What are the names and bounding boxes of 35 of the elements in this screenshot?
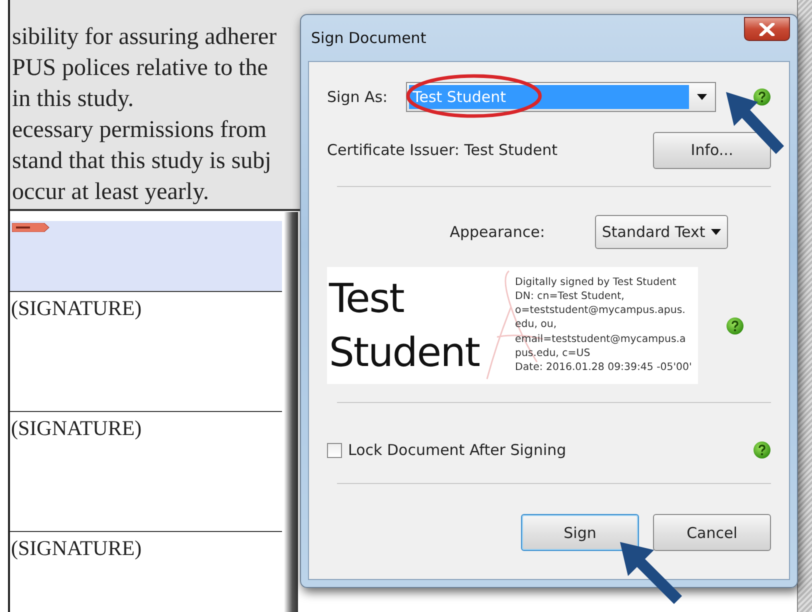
document-text: stand that this study is subj <box>12 148 272 174</box>
sign-here-tag-icon <box>12 223 50 232</box>
appearance-dropdown[interactable]: Standard Text <box>594 215 728 249</box>
signature-details-text: DN: cn=Test Student, <box>515 290 626 304</box>
help-icon[interactable] <box>753 441 771 459</box>
caret-icon <box>696 94 707 100</box>
document-text: occur at least yearly. <box>12 179 210 205</box>
document-text: sibility for assuring adherer <box>12 24 277 50</box>
lock-checkbox[interactable] <box>327 442 342 458</box>
caret-icon <box>711 229 722 235</box>
signature-label: (SIGNATURE) <box>10 296 142 321</box>
signature-details-text: Digitally signed by Test Student <box>515 276 678 290</box>
certificate-issuer-text: Certificate Issuer: Test Student <box>327 141 558 159</box>
info-button[interactable]: Info... <box>653 132 771 168</box>
document-text: PUS polices relative to the <box>12 55 268 81</box>
signature-details-text: edu, ou, <box>515 318 558 332</box>
document-text: ecessary permissions from <box>12 117 267 143</box>
signature-name: Test Student <box>328 274 480 378</box>
document-text: in this study. <box>12 86 134 112</box>
signature-details-text: pus.edu, c=US <box>515 346 592 361</box>
lock-label[interactable]: Lock Document After Signing <box>348 441 566 459</box>
sign-as-label: Sign As: <box>327 88 388 106</box>
signature-label: (SIGNATURE) <box>10 536 142 561</box>
appearance-label: Appearance: <box>450 223 545 241</box>
help-icon[interactable] <box>726 316 744 334</box>
dialog-button[interactable]: Cancel <box>653 514 771 551</box>
signature-details-text: o=teststudent@mycampus.apus. <box>515 304 686 318</box>
dialog-button[interactable]: Sign <box>521 514 639 551</box>
window-title: Sign Document <box>310 29 426 47</box>
signature-details-text: Date: 2016.01.28 09:39:45 -05'00' <box>515 361 692 375</box>
close-icon <box>759 22 775 36</box>
signature-details-text: email=teststudent@mycampus.a <box>515 332 687 347</box>
help-icon[interactable] <box>753 88 771 106</box>
signature-label: (SIGNATURE) <box>10 416 142 441</box>
close-button[interactable] <box>744 17 790 41</box>
